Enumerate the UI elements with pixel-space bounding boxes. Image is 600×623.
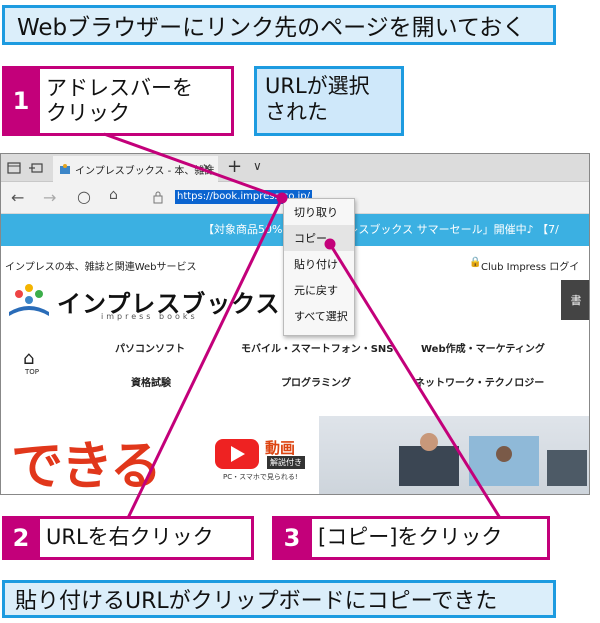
result-text: 貼り付けるURLがクリップボードにコピーできた: [2, 580, 556, 618]
step-3-text: [コピー]をクリック: [312, 519, 547, 557]
step-2-callout: 2 URLを右クリック: [2, 516, 254, 560]
step-2-number: 2: [12, 524, 30, 552]
step-3-number: 3: [283, 524, 301, 552]
step-2-text: URLを右クリック: [40, 519, 251, 557]
step-3-callout: 3 [コピー]をクリック: [272, 516, 550, 560]
